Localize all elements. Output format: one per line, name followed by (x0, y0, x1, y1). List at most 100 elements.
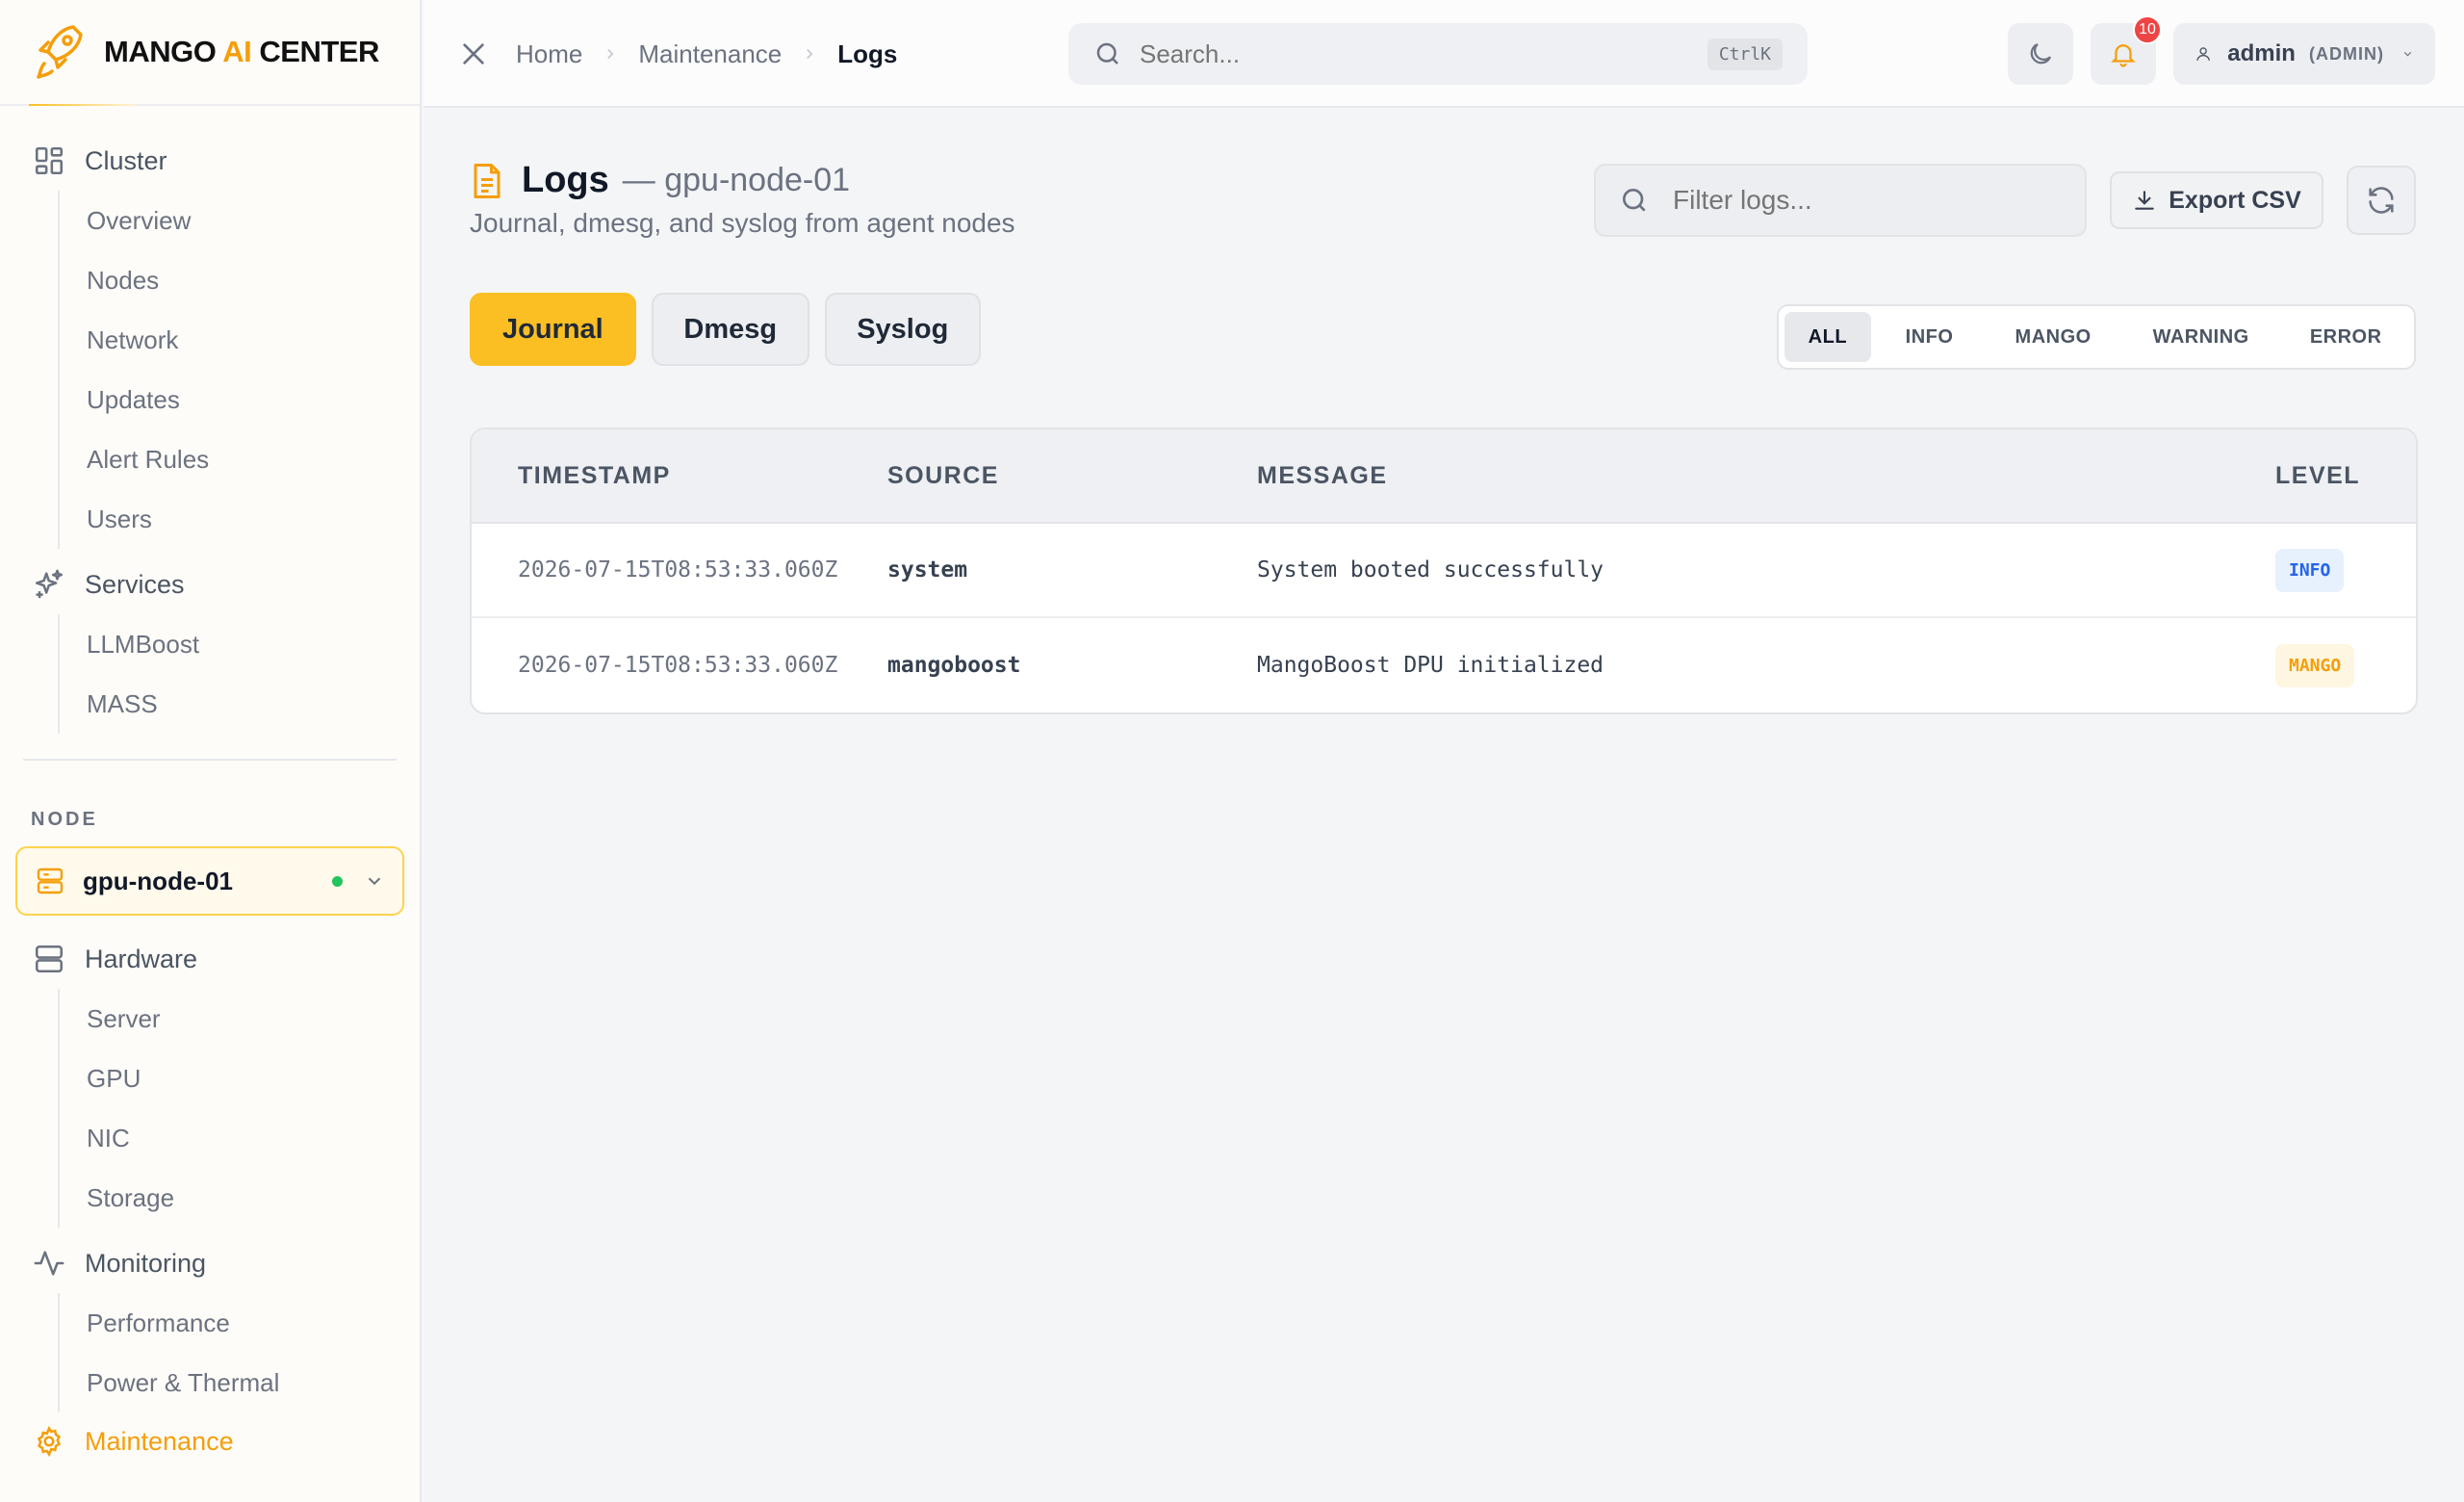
tab-journal[interactable]: Journal (470, 293, 636, 366)
column-header-timestamp[interactable]: TIMESTAMP (472, 462, 887, 490)
level-filter-all[interactable]: ALL (1784, 312, 1871, 362)
topbar: Home Maintenance Logs CtrlK 10 admin (AD… (424, 0, 2464, 108)
log-source-tabs: Journal Dmesg Syslog (470, 293, 981, 366)
chevron-down-icon (368, 877, 381, 886)
level-badge-info: INFO (2275, 548, 2345, 592)
column-header-message[interactable]: MESSAGE (1257, 462, 2275, 490)
sidebar: MANGO AI CENTER Cluster Overview Nodes N… (0, 0, 422, 1502)
level-filter-mango[interactable]: MANGO (1988, 312, 2118, 362)
sidebar-item-alert-rules[interactable]: Alert Rules (60, 429, 420, 489)
notifications-button[interactable]: 10 (2091, 15, 2162, 85)
global-search[interactable]: CtrlK (1068, 23, 1808, 85)
hardware-subnav: Server GPU NIC Storage (58, 989, 420, 1228)
level-filter-error[interactable]: ERROR (2283, 312, 2408, 362)
refresh-icon (2369, 187, 2394, 214)
breadcrumb-home[interactable]: Home (516, 39, 582, 69)
table-row[interactable]: 2026-07-15T08:53:33.060Z mangoboost Mang… (472, 618, 2416, 712)
sidebar-divider (23, 759, 397, 761)
nav-maintenance[interactable]: Maintenance (0, 1412, 420, 1470)
sidebar-item-network[interactable]: Network (60, 310, 420, 370)
page-subtitle: Journal, dmesg, and syslog from agent no… (470, 208, 1015, 238)
nav-maintenance-label: Maintenance (85, 1426, 234, 1456)
search-icon (1096, 42, 1118, 65)
sparkles-icon (35, 569, 64, 599)
rocket-logo-icon (37, 25, 83, 79)
breadcrumb-maintenance[interactable]: Maintenance (638, 39, 782, 69)
nav-services[interactable]: Services (0, 555, 420, 614)
column-header-level[interactable]: LEVEL (2275, 462, 2416, 490)
breadcrumb-logs: Logs (837, 39, 898, 68)
level-filter-info[interactable]: INFO (1871, 312, 1989, 362)
gear-icon (37, 1425, 62, 1458)
chevron-down-icon (2403, 51, 2412, 57)
sidebar-item-power-thermal[interactable]: Power & Thermal (60, 1353, 420, 1412)
search-input[interactable] (1140, 39, 1707, 69)
theme-toggle-button[interactable] (2008, 23, 2073, 85)
nav-cluster-label: Cluster (85, 145, 167, 175)
chevron-right-icon (807, 48, 813, 60)
cell-timestamp: 2026-07-15T08:53:33.060Z (518, 653, 838, 678)
nav-services-label: Services (85, 569, 185, 599)
log-filter-input[interactable] (1673, 185, 2062, 216)
node-selector[interactable]: gpu-node-01 (15, 846, 404, 916)
page-title: Logs — gpu-node-01 (470, 160, 850, 201)
sidebar-item-overview[interactable]: Overview (60, 191, 420, 250)
sidebar-item-nic[interactable]: NIC (60, 1108, 420, 1168)
level-badge-mango: MANGO (2275, 643, 2355, 687)
services-subnav: LLMBoost MASS (58, 614, 420, 734)
export-csv-button[interactable]: Export CSV (2110, 171, 2323, 229)
sidebar-item-performance[interactable]: Performance (60, 1293, 420, 1353)
search-icon (1623, 189, 1646, 212)
refresh-button[interactable] (2347, 166, 2416, 235)
log-filter[interactable] (1594, 164, 2087, 237)
breadcrumb: Home Maintenance Logs (516, 35, 897, 73)
sidebar-item-gpu[interactable]: GPU (60, 1049, 420, 1108)
user-menu[interactable]: admin (ADMIN) (2173, 23, 2435, 85)
sidebar-item-server[interactable]: Server (60, 989, 420, 1049)
dashboard-grid-icon (35, 146, 64, 175)
nav-monitoring[interactable]: Monitoring (0, 1233, 420, 1293)
sidebar-item-users[interactable]: Users (60, 489, 420, 549)
main-content: Logs — gpu-node-01 Journal, dmesg, and s… (424, 108, 2464, 1502)
page-title-node: — gpu-node-01 (622, 162, 851, 198)
sidebar-item-storage[interactable]: Storage (60, 1168, 420, 1228)
brand-name: MANGO AI CENTER (104, 35, 379, 68)
node-section-label: NODE (31, 809, 98, 830)
hardware-server-icon (35, 945, 64, 973)
level-filter-warning[interactable]: WARNING (2118, 312, 2283, 362)
cell-source: mangoboost (887, 653, 1021, 678)
bell-icon (2111, 44, 2136, 67)
sidebar-item-llmboost[interactable]: LLMBoost (60, 614, 420, 674)
tab-dmesg[interactable]: Dmesg (651, 293, 809, 366)
notification-count-badge: 10 (2133, 15, 2162, 44)
search-shortcut-hint: CtrlK (1707, 38, 1783, 70)
sidebar-item-nodes[interactable]: Nodes (60, 250, 420, 310)
server-icon (37, 868, 64, 894)
column-header-source[interactable]: SOURCE (887, 462, 1257, 490)
user-role: (ADMIN) (2308, 43, 2384, 64)
user-icon (2196, 47, 2210, 61)
page-title-text: Logs (522, 160, 609, 200)
logs-table: TIMESTAMP SOURCE MESSAGE LEVEL 2026-07-1… (470, 427, 2418, 714)
sidebar-item-updates[interactable]: Updates (60, 370, 420, 429)
cluster-subnav: Overview Nodes Network Updates Alert Rul… (58, 191, 420, 549)
monitoring-subnav: Performance Power & Thermal (58, 1293, 420, 1412)
brand[interactable]: MANGO AI CENTER (0, 0, 420, 106)
nav-hardware-label: Hardware (85, 944, 198, 973)
node-status-dot (332, 875, 343, 887)
export-csv-label: Export CSV (2169, 186, 2301, 214)
nav-monitoring-label: Monitoring (85, 1248, 207, 1278)
tab-syslog[interactable]: Syslog (824, 293, 981, 366)
level-filter-group: ALL INFO MANGO WARNING ERROR (1777, 304, 2416, 370)
activity-pulse-icon (34, 1251, 64, 1276)
download-icon (2135, 191, 2154, 210)
cell-message: System booted successfully (1257, 557, 1604, 583)
sidebar-item-mass[interactable]: MASS (60, 674, 420, 734)
table-row[interactable]: 2026-07-15T08:53:33.060Z system System b… (472, 524, 2416, 618)
nav-hardware[interactable]: Hardware (0, 929, 420, 989)
user-name: admin (2227, 40, 2296, 66)
cell-message: MangoBoost DPU initialized (1257, 653, 1604, 678)
nav-cluster[interactable]: Cluster (0, 131, 420, 191)
close-icon[interactable] (458, 39, 489, 69)
cell-timestamp: 2026-07-15T08:53:33.060Z (518, 557, 838, 583)
